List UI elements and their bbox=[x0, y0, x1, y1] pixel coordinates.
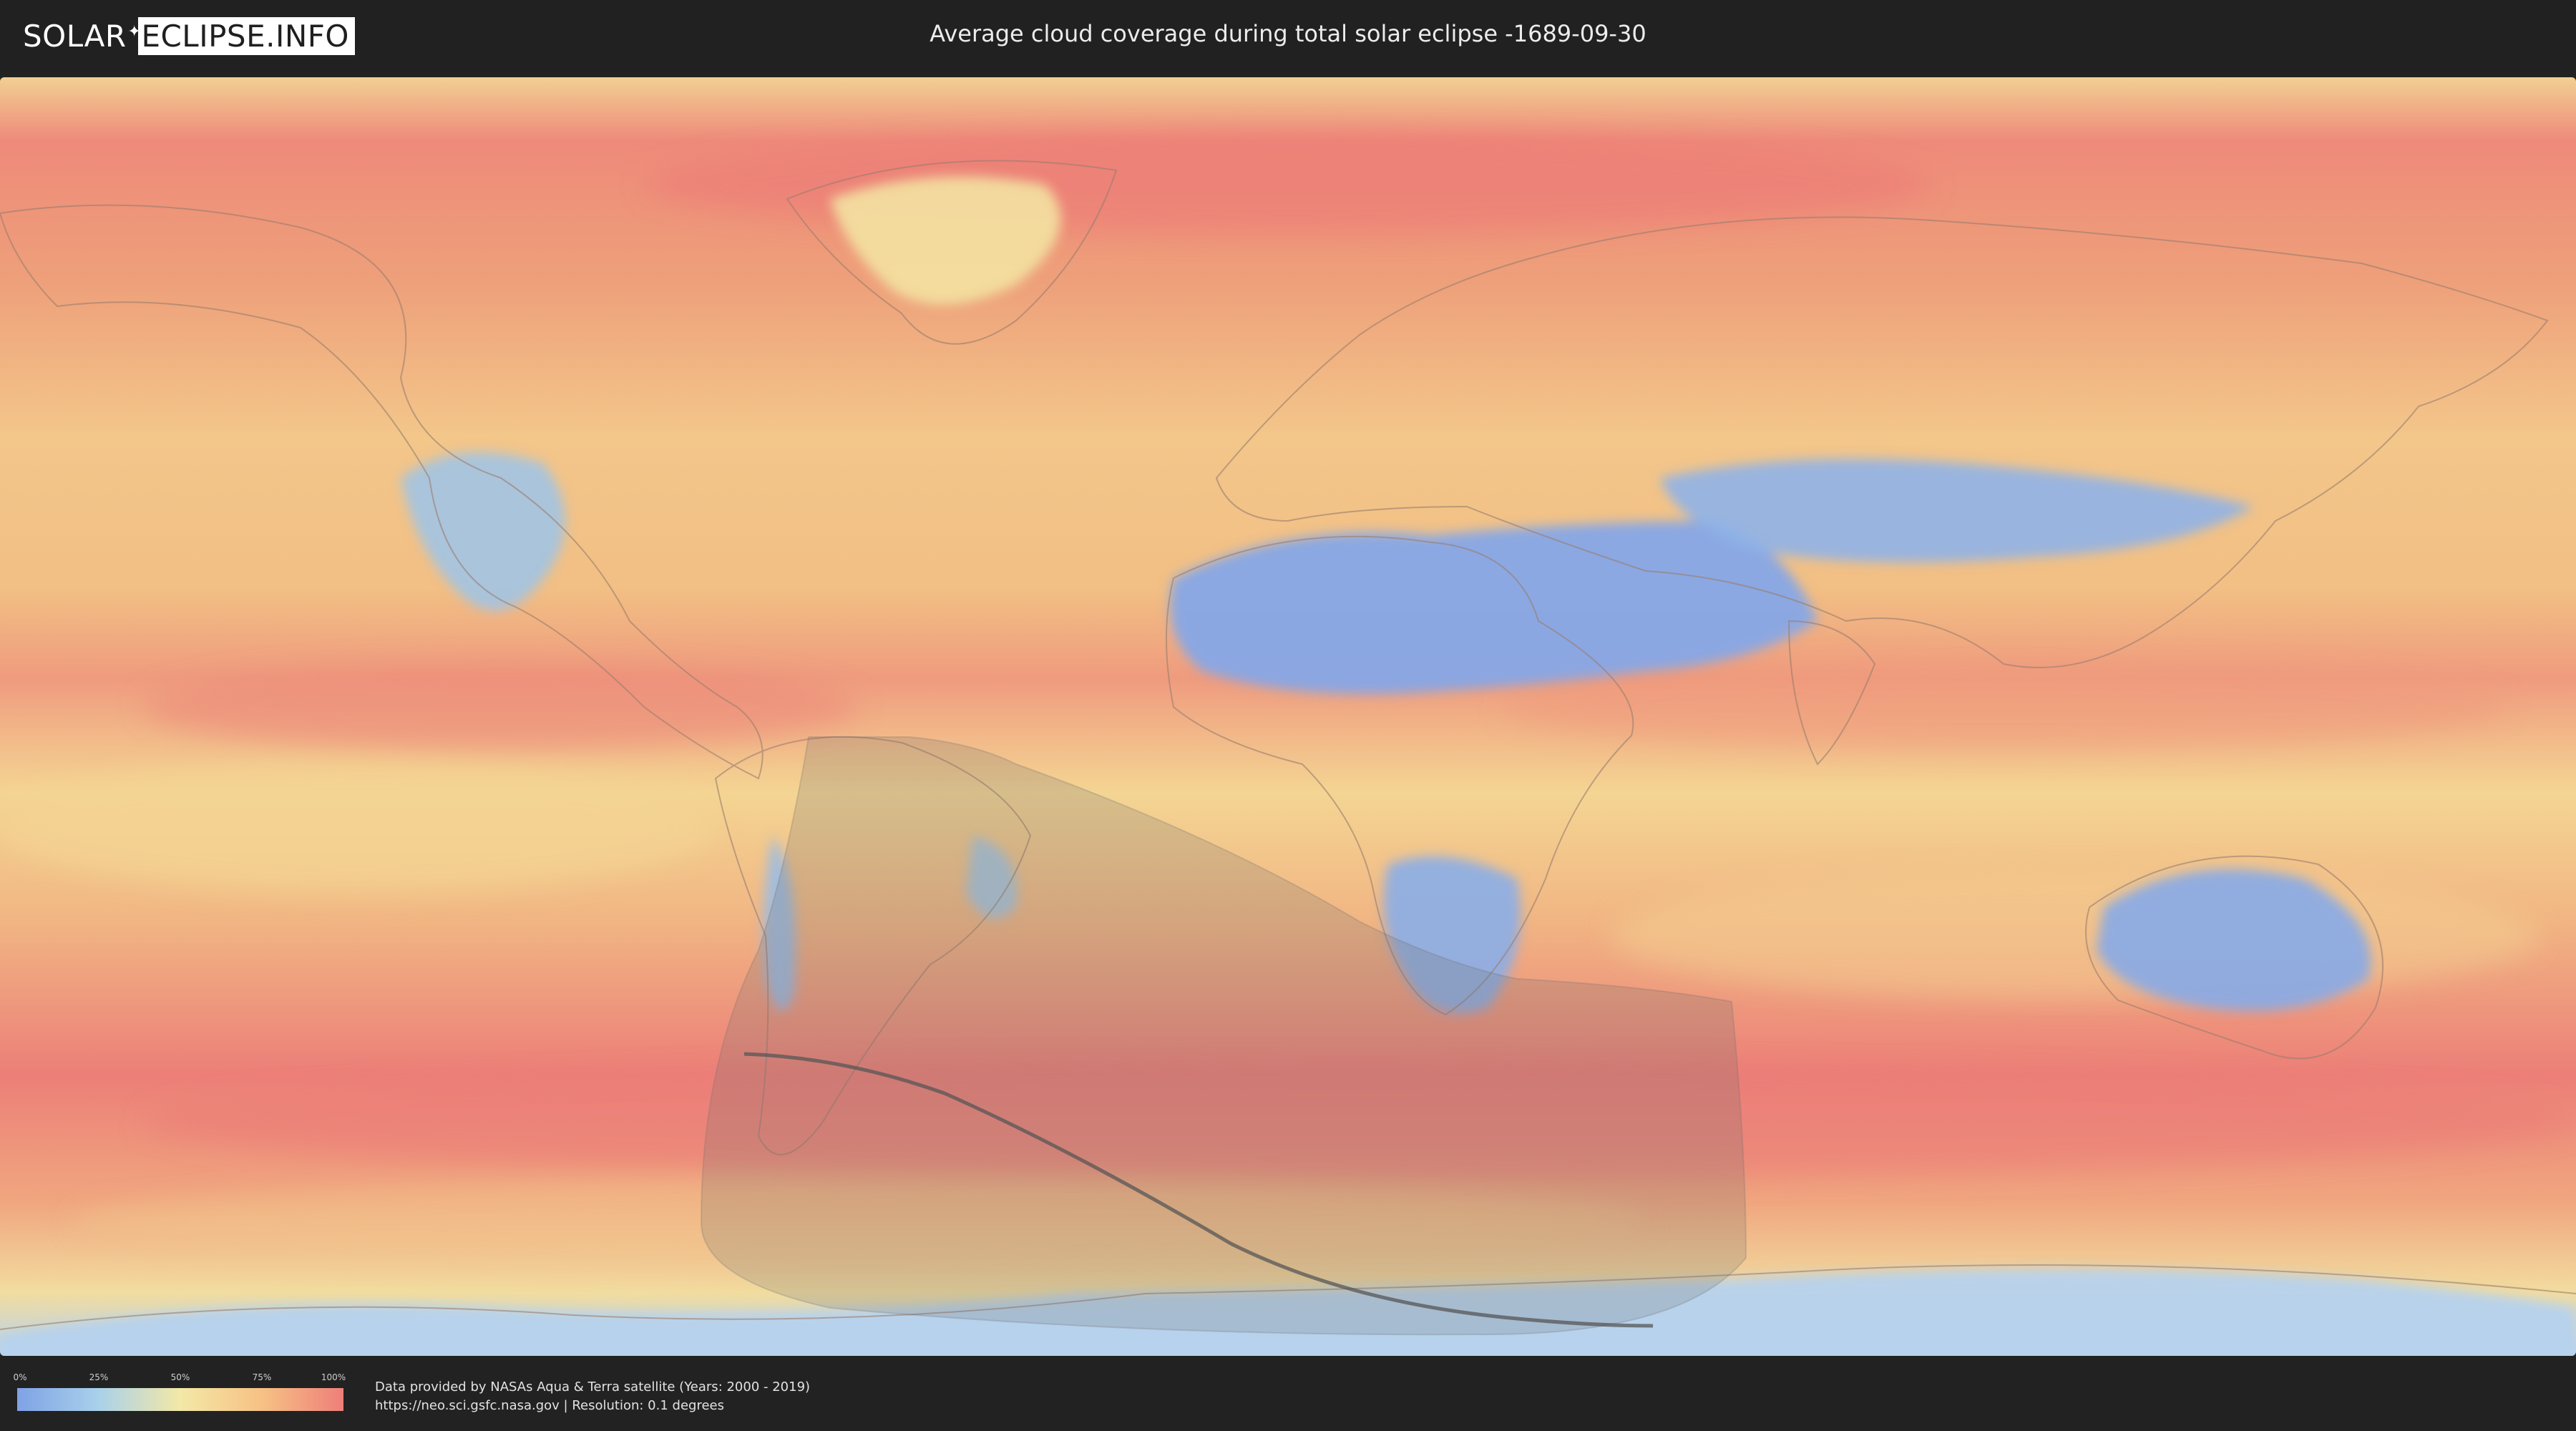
top-bar: SOLAR ✦ ECLIPSE.INFO Average cloud cover… bbox=[0, 0, 2576, 72]
legend-tick: 25% bbox=[89, 1372, 109, 1382]
data-credits: Data provided by NASAs Aqua & Terra sate… bbox=[375, 1378, 810, 1415]
legend-color-bar bbox=[17, 1388, 343, 1411]
legend-tick: 0% bbox=[13, 1372, 27, 1382]
cloud-coverage-legend: 0% 25% 50% 75% 100% bbox=[13, 1372, 346, 1415]
legend-ticks: 0% 25% 50% 75% 100% bbox=[13, 1372, 346, 1385]
cloud-coverage-map[interactable] bbox=[0, 77, 2576, 1356]
legend-tick: 100% bbox=[321, 1372, 346, 1382]
page-title: Average cloud coverage during total sola… bbox=[930, 20, 1646, 47]
credits-line-2[interactable]: https://neo.sci.gsfc.nasa.gov | Resoluti… bbox=[375, 1397, 810, 1415]
credits-line-1: Data provided by NASAs Aqua & Terra sate… bbox=[375, 1379, 811, 1395]
legend-tick: 75% bbox=[252, 1372, 272, 1382]
legend-tick: 50% bbox=[170, 1372, 190, 1382]
